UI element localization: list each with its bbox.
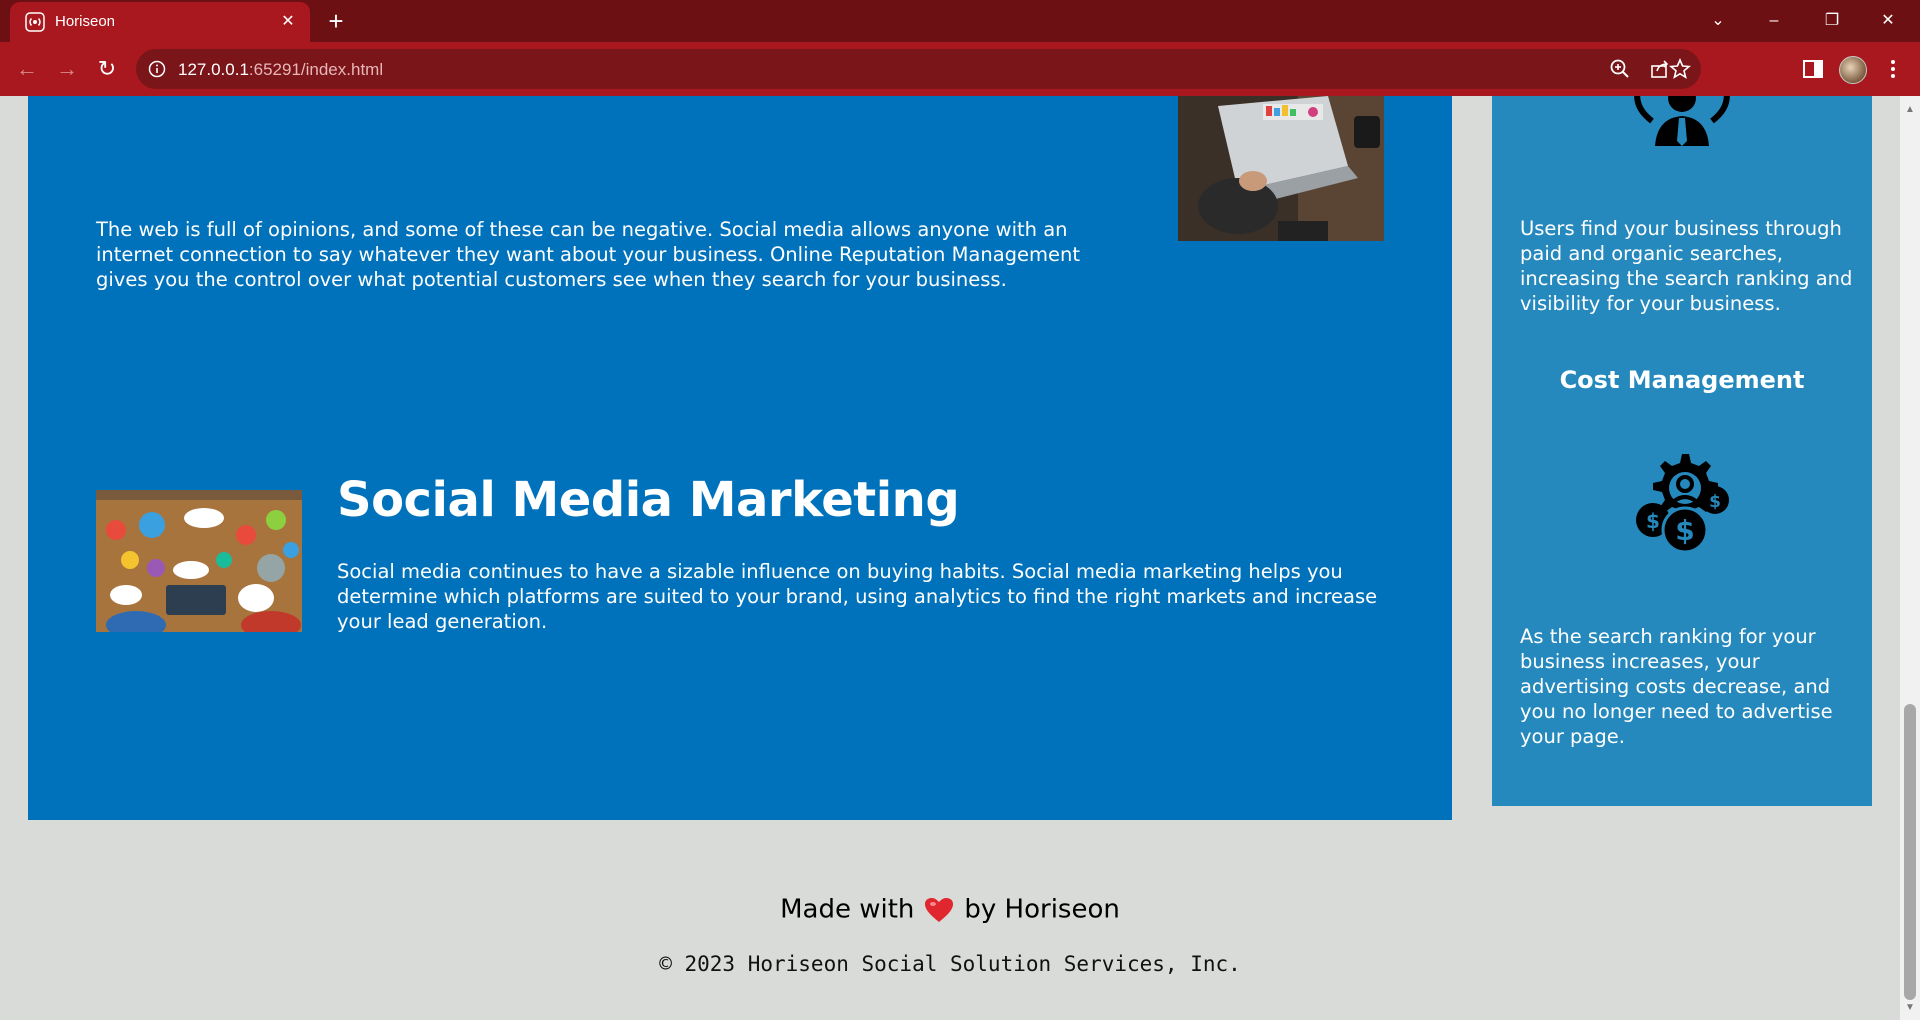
footer-made-with: Made with by Horiseon xyxy=(0,894,1900,925)
tab-title: Horiseon xyxy=(55,13,116,30)
reputation-image xyxy=(1178,96,1384,241)
scroll-thumb[interactable] xyxy=(1904,704,1916,1000)
page-viewport: The web is full of opinions, and some of… xyxy=(0,96,1900,1020)
lightbulb-person-icon xyxy=(1634,96,1730,146)
star-icon[interactable] xyxy=(1669,58,1691,80)
cost-gear-icon: $ $ $ xyxy=(1636,454,1729,554)
menu-icon[interactable] xyxy=(1880,56,1906,82)
made-with-text: Made with xyxy=(780,894,915,925)
page-scrollbar[interactable]: ▲ ▼ xyxy=(1900,96,1920,1020)
social-media-image xyxy=(96,490,302,632)
svg-text:$: $ xyxy=(1709,492,1721,512)
svg-text:$: $ xyxy=(1675,514,1694,547)
tab-close-icon[interactable]: ✕ xyxy=(276,10,300,34)
cost-benefit-text: As the search ranking for your business … xyxy=(1520,625,1833,748)
heart-icon xyxy=(925,897,954,922)
restore-button[interactable]: ❐ xyxy=(1810,5,1854,37)
benefits-sidebar: Users find your business through paid an… xyxy=(1492,96,1872,806)
reputation-text: The web is full of opinions, and some of… xyxy=(96,218,1081,291)
by-horiseon-text: by Horiseon xyxy=(964,894,1120,925)
social-media-card: Social Media Marketing Social media cont… xyxy=(28,407,1452,820)
scroll-down-icon[interactable]: ▼ xyxy=(1904,1002,1916,1014)
minimize-button[interactable]: – xyxy=(1752,5,1796,37)
side-panel-icon[interactable] xyxy=(1800,56,1826,82)
forward-button[interactable]: → xyxy=(52,54,82,84)
social-media-title: Social Media Marketing xyxy=(337,472,960,528)
back-button[interactable]: ← xyxy=(12,54,42,84)
cost-management-heading: Cost Management xyxy=(1559,366,1805,394)
search-benefit-text: Users find your business through paid an… xyxy=(1520,217,1853,315)
browser-toolbar: ← → ↻ 127.0.0.1:65291/index.html xyxy=(0,42,1920,96)
url-text[interactable]: 127.0.0.1:65291/index.html xyxy=(178,60,383,80)
address-bar[interactable]: 127.0.0.1:65291/index.html xyxy=(136,49,1701,89)
zoom-icon[interactable] xyxy=(1609,58,1631,80)
svg-text:$: $ xyxy=(1646,509,1660,533)
radio-favicon-icon xyxy=(25,12,45,32)
scroll-up-icon[interactable]: ▲ xyxy=(1904,104,1916,116)
reload-button[interactable]: ↻ xyxy=(92,54,122,84)
browser-tab[interactable]: Horiseon ✕ xyxy=(10,2,310,42)
social-media-text: Social media continues to have a sizable… xyxy=(337,560,1378,633)
url-path: :65291/index.html xyxy=(248,60,384,79)
share-icon[interactable] xyxy=(1649,58,1671,80)
url-host: 127.0.0.1 xyxy=(178,60,249,79)
new-tab-button[interactable]: + xyxy=(322,8,350,35)
info-icon[interactable] xyxy=(148,60,166,78)
profile-avatar[interactable] xyxy=(1839,56,1867,84)
footer-copyright: © 2023 Horiseon Social Solution Services… xyxy=(659,952,1241,976)
browser-tabbar: Horiseon ✕ + ⌄ – ❐ ✕ xyxy=(0,0,1920,42)
tab-search-chevron-icon[interactable]: ⌄ xyxy=(1696,5,1740,37)
close-window-button[interactable]: ✕ xyxy=(1866,5,1910,37)
